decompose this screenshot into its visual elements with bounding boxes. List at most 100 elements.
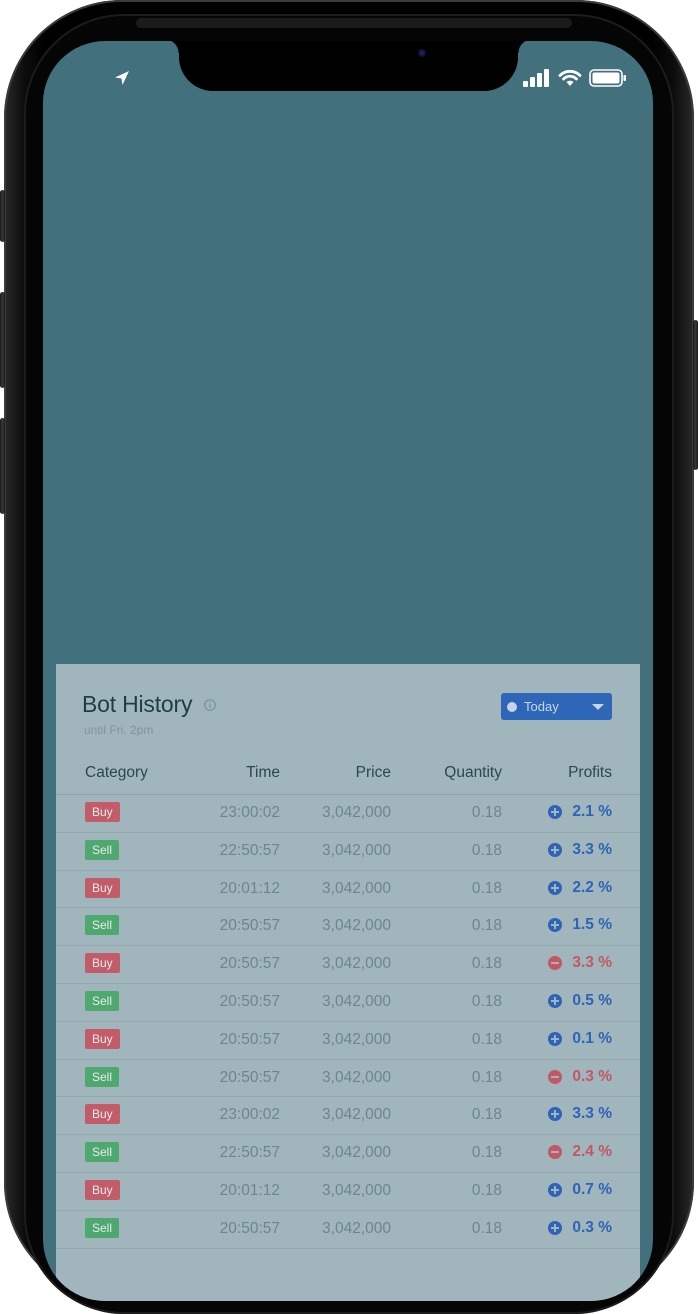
- profit-value: 3.3 %: [572, 954, 612, 972]
- profit-value: 2.2 %: [572, 878, 612, 896]
- time-cell: 20:01:12: [219, 879, 280, 897]
- column-header-category: Category: [85, 764, 148, 781]
- date-filter-dropdown[interactable]: Today: [501, 693, 612, 720]
- price-cell: 3,042,000: [322, 955, 391, 973]
- table-row[interactable]: Buy 23:00:02 3,042,000 0.18 2.1 %: [56, 795, 640, 833]
- quantity-cell: 0.18: [471, 1068, 502, 1086]
- location-arrow-icon: [115, 71, 129, 85]
- price-cell: 3,042,000: [322, 1144, 391, 1162]
- page-title: Bot History: [82, 691, 193, 717]
- table-row[interactable]: Sell 20:50:57 3,042,000 0.18 1.5 %: [56, 908, 640, 947]
- time-cell: 20:50:57: [219, 992, 280, 1010]
- price-cell: 3,042,000: [322, 804, 391, 821]
- quantity-cell: 0.18: [471, 841, 502, 859]
- profit-cell: 0.7 %: [548, 1181, 612, 1199]
- profit-value: 2.4 %: [572, 1143, 612, 1161]
- info-icon[interactable]: [204, 698, 217, 711]
- front-camera: [418, 49, 426, 57]
- column-header-price: Price: [355, 764, 391, 781]
- profit-cell: 0.5 %: [548, 992, 612, 1010]
- quantity-cell: 0.18: [471, 804, 502, 821]
- quantity-cell: 0.18: [471, 917, 502, 935]
- table-row[interactable]: Buy 20:50:57 3,042,000 0.18 3.3 %: [56, 946, 640, 984]
- column-header-time: Time: [246, 764, 280, 781]
- quantity-cell: 0.18: [471, 1219, 502, 1237]
- subtitle: until Fri. 2pm: [84, 723, 154, 737]
- buy-badge: Buy: [85, 877, 120, 898]
- table-row[interactable]: Buy 20:01:12 3,042,000 0.18 2.2 %: [56, 871, 640, 909]
- table-row[interactable]: Sell 22:50:57 3,042,000 0.18 3.3 %: [56, 833, 640, 871]
- time-cell: 20:50:57: [219, 1219, 280, 1237]
- buy-badge: Buy: [85, 953, 120, 974]
- quantity-cell: 0.18: [471, 879, 502, 897]
- time-cell: 20:50:57: [219, 917, 280, 935]
- quantity-cell: 0.18: [471, 1106, 502, 1124]
- sell-badge: Sell: [85, 1066, 120, 1087]
- buy-badge: Buy: [85, 1179, 120, 1200]
- plus-circle-icon: [548, 1220, 563, 1235]
- cellular-signal-icon: [523, 69, 549, 87]
- quantity-cell: 0.18: [471, 1030, 502, 1048]
- table-row[interactable]: Buy 23:00:02 3,042,000 0.18 3.3 %: [56, 1097, 640, 1136]
- sell-badge: Sell: [85, 1142, 120, 1163]
- table-row[interactable]: Sell 20:50:57 3,042,000 0.18 0.3 %: [56, 1060, 640, 1098]
- status-bar-right: [523, 69, 627, 87]
- time-cell: 20:50:57: [219, 1030, 280, 1048]
- profit-cell: 2.4 %: [548, 1143, 612, 1161]
- sell-badge: Sell: [85, 915, 120, 936]
- profit-cell: 0.1 %: [548, 1030, 612, 1048]
- notch: [165, 41, 532, 91]
- profit-value: 2.1 %: [572, 803, 612, 820]
- profit-cell: 3.3 %: [548, 841, 612, 859]
- wifi-icon: [558, 69, 582, 86]
- caret-down-icon: [592, 704, 604, 710]
- profit-cell: 1.5 %: [548, 916, 612, 934]
- quantity-cell: 0.18: [471, 1144, 502, 1162]
- speaker-rail: [136, 18, 572, 28]
- plus-circle-icon: [548, 1182, 563, 1197]
- battery-icon: [589, 69, 626, 87]
- screen: Bot History until Fri. 2pm Today Categor…: [43, 41, 653, 1301]
- time-cell: 23:00:02: [219, 1106, 280, 1124]
- plus-circle-icon: [548, 1107, 563, 1122]
- profit-value: 0.1 %: [572, 1029, 612, 1047]
- price-cell: 3,042,000: [322, 1068, 391, 1086]
- table-row[interactable]: Sell 22:50:57 3,042,000 0.18 2.4 %: [56, 1135, 640, 1173]
- plus-circle-icon: [548, 1031, 563, 1046]
- table-row[interactable]: Sell 20:50:57 3,042,000 0.18 0.5 %: [56, 984, 640, 1022]
- quantity-cell: 0.18: [471, 955, 502, 973]
- time-cell: 22:50:57: [219, 841, 280, 859]
- profit-value: 3.3 %: [572, 1105, 612, 1123]
- price-cell: 3,042,000: [322, 992, 391, 1010]
- silent-switch: [0, 190, 5, 242]
- plus-circle-icon: [548, 880, 563, 895]
- minus-circle-icon: [548, 1145, 563, 1160]
- table-row[interactable]: Buy 20:50:57 3,042,000 0.18 0.1 %: [56, 1022, 640, 1060]
- minus-circle-icon: [548, 956, 563, 971]
- sell-badge: Sell: [85, 990, 120, 1011]
- quantity-cell: 0.18: [471, 1181, 502, 1199]
- profit-value: 0.3 %: [572, 1218, 612, 1236]
- column-header-profits: Profits: [568, 764, 612, 781]
- minus-circle-icon: [548, 1069, 563, 1084]
- plus-circle-icon: [548, 805, 563, 819]
- time-cell: 20:50:57: [219, 1068, 280, 1086]
- volume-down-button: [0, 418, 5, 514]
- bot-history-panel: Bot History until Fri. 2pm Today Categor…: [56, 664, 640, 1301]
- profit-cell: 3.3 %: [548, 1105, 612, 1123]
- table-row[interactable]: Buy 20:01:12 3,042,000 0.18 0.7 %: [56, 1173, 640, 1211]
- table-header: Category Time Price Quantity Profits: [56, 760, 640, 795]
- price-cell: 3,042,000: [322, 1030, 391, 1048]
- volume-up-button: [0, 292, 5, 388]
- profit-value: 1.5 %: [572, 916, 612, 934]
- price-cell: 3,042,000: [322, 879, 391, 897]
- quantity-cell: 0.18: [471, 992, 502, 1010]
- title-row: Bot History: [82, 691, 217, 718]
- table-row[interactable]: Sell 20:50:57 3,042,000 0.18 0.3 %: [56, 1211, 640, 1249]
- profit-cell: 2.1 %: [548, 803, 612, 821]
- profit-cell: 0.3 %: [548, 1219, 612, 1237]
- status-dot-icon: [507, 701, 517, 712]
- history-table-body: Buy 23:00:02 3,042,000 0.18 2.1 % Sell 22:50:5…: [56, 795, 640, 1249]
- price-cell: 3,042,000: [322, 917, 391, 935]
- status-bar-left: [113, 69, 131, 92]
